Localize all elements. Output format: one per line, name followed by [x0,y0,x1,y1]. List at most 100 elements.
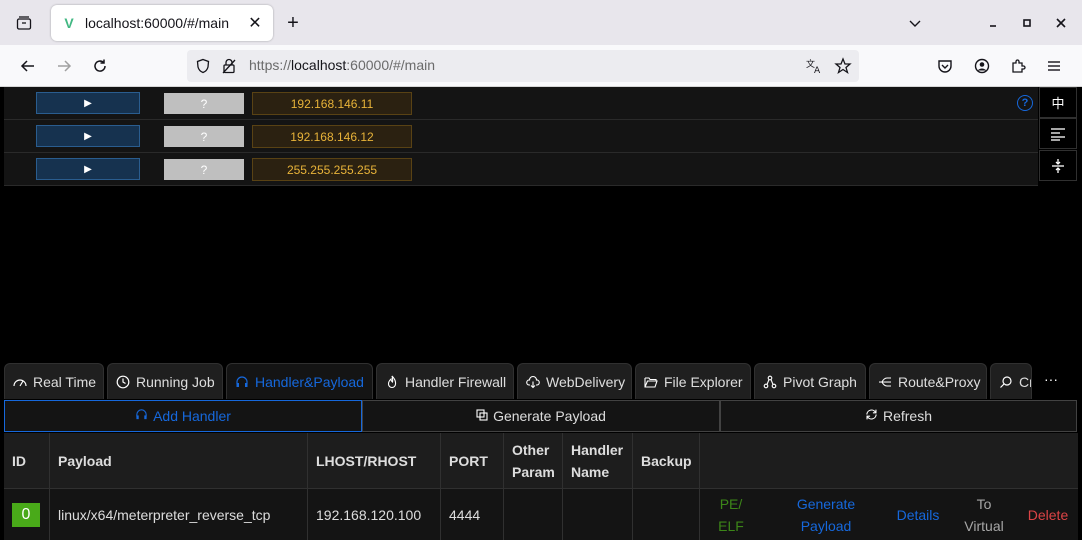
column-header-port[interactable]: PORT [441,433,504,489]
add-handler-button[interactable]: Add Handler [4,400,362,432]
browser-tab-title: localhost:60000/#/main [85,15,229,31]
column-header-other-param[interactable]: Other Param [504,433,563,489]
host-expand-button[interactable]: ▶ [36,92,140,114]
column-header-actions [700,433,1078,489]
forward-arrow-icon[interactable] [51,54,77,78]
tab-webdelivery[interactable]: WebDelivery [517,363,632,399]
url-text[interactable]: https://localhost:60000/#/main [249,57,435,73]
vue-logo-icon: V [64,15,74,31]
module-tabs: Real Time Running Job Handler&Payload Ha… [4,363,1082,399]
tab-list-icon[interactable] [10,10,38,36]
account-icon[interactable] [969,54,995,78]
tab-handler-payload[interactable]: Handler&Payload [226,363,373,399]
handler-table: ID Payload LHOST/RHOST PORT Other Param … [4,433,1078,540]
host-row: ▶ ? 255.255.255.255 [4,153,1038,186]
generate-payload-link[interactable]: Generate Payload [780,489,872,540]
help-icon[interactable]: ? [1017,95,1033,111]
new-tab-icon[interactable]: + [282,12,304,34]
table-cell-other-param [504,489,563,540]
folder-open-icon [644,375,658,389]
add-handler-label: Add Handler [153,408,231,424]
search-icon [999,375,1013,389]
tab-label: Pivot Graph [783,373,857,390]
url-scheme: https:// [249,57,292,73]
headphones-icon [135,408,148,424]
host-os-tag[interactable]: ? [164,93,244,114]
close-window-icon[interactable] [1050,12,1072,34]
cluster-icon [763,375,777,389]
tab-handler-firewall[interactable]: Handler Firewall [376,363,514,399]
collapse-vertical-icon[interactable] [1039,150,1077,181]
generate-payload-label: Generate Payload [493,408,606,424]
table-cell-id: 0 [4,489,50,540]
host-os-tag[interactable]: ? [164,159,244,180]
url-path: :60000/#/main [346,57,436,73]
host-ip-tag[interactable]: 192.168.146.11 [252,92,412,115]
browser-tab[interactable]: V localhost:60000/#/main ✕ [51,5,273,41]
insecure-lock-icon[interactable] [221,58,237,79]
browser-nav-bar: https://localhost:60000/#/main 文A [0,45,1082,87]
column-header-handler-name[interactable]: Handler Name [563,433,633,489]
dashboard-icon [13,375,27,389]
more-tabs-icon[interactable]: ··· [1044,371,1058,387]
close-icon[interactable]: ✕ [245,13,265,33]
maximize-icon[interactable] [1016,12,1038,34]
table-cell-backup [633,489,700,540]
clock-icon [116,375,130,389]
column-header-id[interactable]: ID [4,433,50,489]
copy-icon [476,408,488,424]
back-arrow-icon[interactable] [15,54,41,78]
refresh-button[interactable]: Refresh [720,400,1077,432]
reload-icon[interactable] [87,54,113,78]
column-header-backup[interactable]: Backup [633,433,700,489]
tab-label: Real Time [33,373,97,390]
table-cell-payload: linux/x64/meterpreter_reverse_tcp [50,489,308,540]
host-row: ▶ ? 192.168.146.12 [4,120,1038,153]
extensions-icon[interactable] [1005,54,1031,78]
pocket-icon[interactable] [932,54,958,78]
generate-payload-button[interactable]: Generate Payload [362,400,720,432]
host-expand-button[interactable]: ▶ [36,125,140,147]
browser-tab-bar: V localhost:60000/#/main ✕ + [0,0,1082,45]
id-badge: 0 [12,502,40,527]
tab-label: Handler&Payload [255,373,364,390]
chevron-down-icon[interactable] [904,12,926,34]
menu-icon[interactable] [1041,54,1067,78]
refresh-label: Refresh [882,408,933,424]
column-header-lhost[interactable]: LHOST/RHOST [308,433,441,489]
language-toggle-button[interactable]: 中 [1039,87,1077,118]
host-os-tag[interactable]: ? [164,126,244,147]
tab-real-time[interactable]: Real Time [4,363,104,399]
tab-file-explorer[interactable]: File Explorer [635,363,751,399]
shield-icon[interactable] [195,58,211,79]
delete-link[interactable]: Delete [1022,489,1074,540]
tab-pivot-graph[interactable]: Pivot Graph [754,363,866,399]
details-link[interactable]: Details [890,489,946,540]
bookmark-star-icon[interactable] [834,57,852,80]
table-cell-lhost: 192.168.120.100 [308,489,441,540]
table-cell-handler-name [563,489,633,540]
url-host: localhost [291,57,347,73]
translate-icon[interactable]: 文A [805,57,823,80]
tab-label: Route&Proxy [898,373,981,390]
sync-icon [865,408,878,424]
column-header-payload[interactable]: Payload [50,433,308,489]
tab-label: Handler Firewall [405,373,507,390]
table-cell-port: 4444 [441,489,504,540]
tab-truncated[interactable]: Cr [990,363,1032,399]
to-virtual-link[interactable]: To Virtual [956,489,1012,540]
app-main: ▶ ? 192.168.146.11 ? ▶ ? 192.168.146.12 … [0,87,1082,540]
host-ip-tag[interactable]: 192.168.146.12 [252,125,412,148]
tab-label: WebDelivery [546,373,626,390]
tab-running-job[interactable]: Running Job [107,363,223,399]
host-ip-tag[interactable]: 255.255.255.255 [252,158,412,181]
align-left-icon[interactable] [1039,118,1077,149]
minimize-icon[interactable] [982,12,1004,34]
svg-text:A: A [814,66,821,75]
tab-route-proxy[interactable]: Route&Proxy [869,363,987,399]
cloud-download-icon [526,375,540,389]
pe-elf-link[interactable]: PE/ ELF [704,489,758,540]
url-bar[interactable]: https://localhost:60000/#/main 文A [187,50,859,82]
tab-label: File Explorer [664,373,743,390]
host-expand-button[interactable]: ▶ [36,158,140,180]
